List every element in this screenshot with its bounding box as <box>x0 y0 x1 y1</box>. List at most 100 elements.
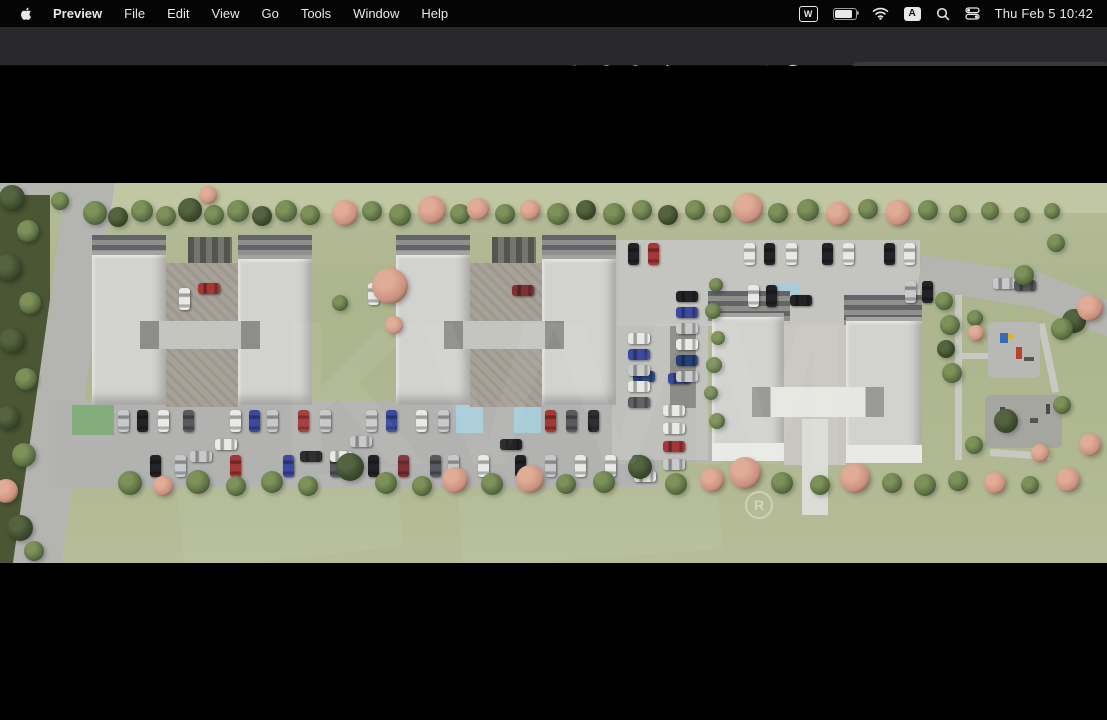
tree-32 <box>918 200 938 220</box>
tree-22 <box>632 200 652 220</box>
menu-item-tools[interactable]: Tools <box>290 0 342 27</box>
image-viewport: KVVMR <box>0 66 1107 720</box>
car-17 <box>150 455 161 477</box>
tree-34 <box>981 202 999 220</box>
menu-item-preview[interactable]: Preview <box>42 0 113 27</box>
tree-68 <box>994 409 1018 433</box>
control-center-icon[interactable] <box>965 7 980 20</box>
menu-item-window[interactable]: Window <box>342 0 410 27</box>
car-55 <box>843 243 854 265</box>
tree-13 <box>389 204 411 226</box>
tree-46 <box>7 515 33 541</box>
tree-3 <box>131 200 153 222</box>
site-play-item-red <box>1016 347 1022 359</box>
tree-17 <box>495 204 515 224</box>
site-play-item-blue <box>1000 333 1008 343</box>
tree-25 <box>713 205 731 223</box>
car-3 <box>158 410 169 432</box>
wifi-icon[interactable] <box>872 7 889 20</box>
car-45 <box>198 283 220 294</box>
tree-65 <box>968 325 984 341</box>
tree-78 <box>226 476 246 496</box>
tree-26 <box>733 193 763 223</box>
site-court-item-2 <box>1030 418 1038 423</box>
spotlight-icon[interactable] <box>936 7 950 21</box>
car-49 <box>628 243 639 265</box>
tree-12 <box>362 201 382 221</box>
car-54 <box>822 243 833 265</box>
tree-9 <box>275 200 297 222</box>
tree-60 <box>940 315 960 335</box>
site-court-item-3 <box>1046 404 1050 414</box>
menu-clock[interactable]: Thu Feb 5 10:42 <box>995 6 1093 21</box>
tree-75 <box>118 471 142 495</box>
tree-27 <box>768 203 788 223</box>
site-play-item-yellow <box>1008 334 1013 339</box>
apple-menu-icon[interactable] <box>19 6 34 21</box>
word-status-icon[interactable]: W <box>799 6 818 22</box>
car-63 <box>993 278 1015 289</box>
car-50 <box>648 243 659 265</box>
tree-99 <box>984 472 1006 494</box>
car-32 <box>215 439 237 450</box>
car-46 <box>179 288 190 310</box>
menu-bar: PreviewFileEditViewGoToolsWindowHelp W A… <box>0 0 1107 27</box>
tree-7 <box>227 200 249 222</box>
tree-4 <box>156 206 176 226</box>
menu-item-edit[interactable]: Edit <box>156 0 200 27</box>
tree-62 <box>942 363 962 383</box>
site-green-stalls <box>72 405 114 435</box>
tree-8 <box>252 206 272 226</box>
tree-61 <box>937 340 955 358</box>
siteplan-image: KVVMR <box>0 183 1107 563</box>
tree-96 <box>882 473 902 493</box>
tree-11 <box>332 200 358 226</box>
site-playground-pad <box>988 322 1040 378</box>
tree-38 <box>17 220 39 242</box>
tree-1 <box>83 201 107 225</box>
tree-14 <box>418 196 446 224</box>
watermark-text: KVVM <box>278 291 846 496</box>
car-52 <box>764 243 775 265</box>
tree-70 <box>1079 434 1101 456</box>
input-source-icon[interactable]: A <box>904 7 921 21</box>
macos-screen: PreviewFileEditViewGoToolsWindowHelp W A… <box>0 0 1107 720</box>
car-58 <box>905 281 916 303</box>
car-51 <box>744 243 755 265</box>
tree-35 <box>1014 207 1030 223</box>
menu-item-help[interactable]: Help <box>410 0 459 27</box>
tree-101 <box>1056 468 1080 492</box>
car-1 <box>118 410 129 432</box>
battery-icon[interactable] <box>833 8 857 20</box>
car-6 <box>249 410 260 432</box>
tree-29 <box>826 202 850 226</box>
tree-67 <box>1077 295 1103 321</box>
car-53 <box>786 243 797 265</box>
tree-28 <box>797 199 819 221</box>
tree-59 <box>935 292 953 310</box>
car-4 <box>183 410 194 432</box>
site-zebra-lot-exit <box>916 261 930 283</box>
car-2 <box>137 410 148 432</box>
car-19 <box>230 455 241 477</box>
tree-19 <box>547 203 569 225</box>
tree-76 <box>153 476 173 496</box>
tree-33 <box>949 205 967 223</box>
menu-items: PreviewFileEditViewGoToolsWindowHelp <box>0 0 459 27</box>
menu-status-area: W A Thu Feb 5 10:42 <box>799 6 1107 22</box>
tree-77 <box>186 470 210 494</box>
tree-24 <box>685 200 705 220</box>
menu-item-go[interactable]: Go <box>250 0 289 27</box>
tree-23 <box>658 205 678 225</box>
car-37 <box>190 451 212 462</box>
tree-6 <box>204 205 224 225</box>
car-5 <box>230 410 241 432</box>
tree-73 <box>1014 265 1034 285</box>
tree-44 <box>12 443 36 467</box>
car-59 <box>922 281 933 303</box>
tree-20 <box>576 200 596 220</box>
menu-item-view[interactable]: View <box>201 0 251 27</box>
car-7 <box>267 410 278 432</box>
menu-item-file[interactable]: File <box>113 0 156 27</box>
tree-36 <box>1044 203 1060 219</box>
